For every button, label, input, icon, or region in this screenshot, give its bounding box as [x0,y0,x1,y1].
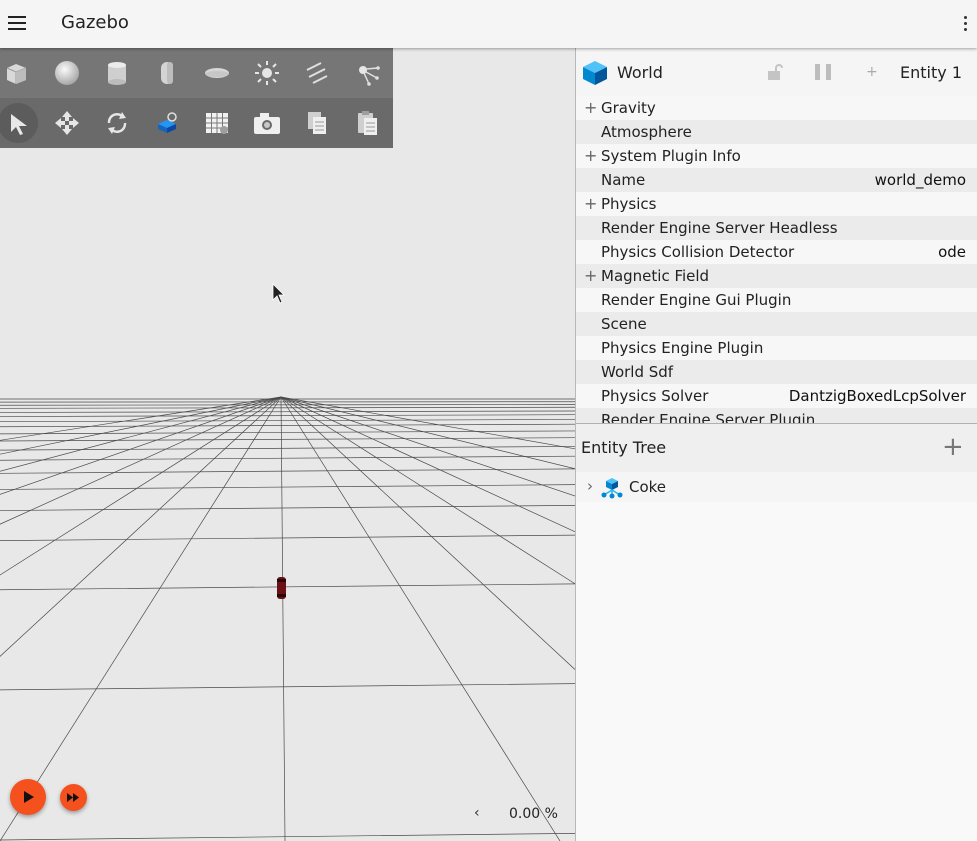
expand-plus-icon[interactable]: + [584,144,598,168]
property-value: world_demo [874,171,966,189]
ground-grid [0,283,575,841]
scene-3d-viewport[interactable] [0,48,575,841]
grid-config-icon[interactable] [197,103,237,143]
right-side-panel: World + Entity 1 + Gravity Atmosphere + Syst… [576,48,977,841]
property-label: Physics Solver [601,387,709,405]
model-icon [601,478,623,499]
component-inspector-header: World + Entity 1 [576,48,977,96]
entity-tree-item-coke[interactable]: › Coke [576,472,977,502]
property-row: Physics Collision Detector ode [576,240,977,264]
property-label: Gravity [601,99,656,117]
property-row: Scene [576,312,977,336]
shapes-and-transform-toolbar [0,48,393,148]
property-row[interactable]: + System Plugin Info [576,144,977,168]
transform-toolbar-row [0,98,393,148]
expand-plus-icon[interactable]: + [584,192,598,216]
add-component-icon[interactable]: + [866,64,878,80]
directional-light-icon[interactable] [297,53,337,93]
ellipsoid-icon[interactable] [197,53,237,93]
entity-tree-title: Entity Tree [581,438,667,457]
property-row: Render Engine Gui Plugin [576,288,977,312]
box-icon[interactable] [0,53,36,93]
property-row: Name world_demo [576,168,977,192]
property-label: Magnetic Field [601,267,710,285]
expand-plus-icon[interactable]: + [584,96,598,120]
property-label: Scene [601,315,647,333]
property-row: Render Engine Server Headless [576,216,977,240]
screenshot-camera-icon[interactable] [247,103,287,143]
entity-tree-header: Entity Tree + [576,424,977,472]
translate-icon[interactable] [47,103,87,143]
property-label: Atmosphere [601,123,692,141]
more-options-icon[interactable] [962,14,970,34]
unlock-icon[interactable] [766,63,784,81]
property-label: System Plugin Info [601,147,741,165]
mouse-cursor-icon [272,283,285,304]
property-label: Render Engine Server Headless [601,219,838,237]
sphere-icon[interactable] [47,53,87,93]
property-label: Name [601,171,646,189]
property-label: Physics [601,195,657,213]
property-row: Render Engine Server Plugin [576,408,977,423]
entity-tree-list: › Coke [576,472,977,841]
spot-light-icon[interactable] [347,53,387,93]
property-row[interactable]: + Physics [576,192,977,216]
point-light-icon[interactable] [247,53,287,93]
step-forward-button[interactable] [60,784,87,811]
expand-plus-icon[interactable]: + [584,264,598,288]
play-button[interactable] [10,779,46,815]
property-label: Physics Engine Plugin [601,339,764,357]
world-cube-icon [583,61,607,85]
expand-chevron-icon[interactable]: › [587,477,593,495]
component-property-list[interactable]: + Gravity Atmosphere + System Plugin Info Nam… [576,96,977,423]
inspector-title: World [617,63,663,82]
property-label: Physics Collision Detector [601,243,795,261]
property-value: DantzigBoxedLcpSolver [788,387,966,405]
spawn-model-icon[interactable] [147,103,187,143]
app-title: Gazebo [61,12,129,33]
coke-can-model[interactable] [277,577,286,599]
entity-id-label: Entity 1 [900,63,962,82]
capsule-icon[interactable] [147,53,187,93]
add-entity-icon[interactable]: + [942,434,964,460]
stats-collapse-icon[interactable]: ‹ [474,805,480,821]
app-header: Gazebo [0,0,977,48]
hamburger-menu-icon[interactable] [6,12,28,34]
property-label: Render Engine Server Plugin [601,411,816,423]
property-row: Physics Engine Plugin [576,336,977,360]
copy-icon[interactable] [297,103,337,143]
property-row[interactable]: + Magnetic Field [576,264,977,288]
cylinder-icon[interactable] [97,53,137,93]
property-label: World Sdf [601,363,674,381]
select-arrow-icon[interactable] [0,103,38,143]
rotate-icon[interactable] [97,103,137,143]
paste-icon[interactable] [347,103,387,143]
pause-updates-icon[interactable] [814,64,834,80]
property-label: Render Engine Gui Plugin [601,291,792,309]
entity-tree-item-label: Coke [629,478,667,496]
shapes-toolbar-row [0,48,393,98]
property-row[interactable]: + Gravity [576,96,977,120]
property-row: Atmosphere [576,120,977,144]
property-row: Physics Solver DantzigBoxedLcpSolver [576,384,977,408]
property-row: World Sdf [576,360,977,384]
property-value: ode [938,243,966,261]
real-time-factor: 0.00 % [509,806,558,822]
